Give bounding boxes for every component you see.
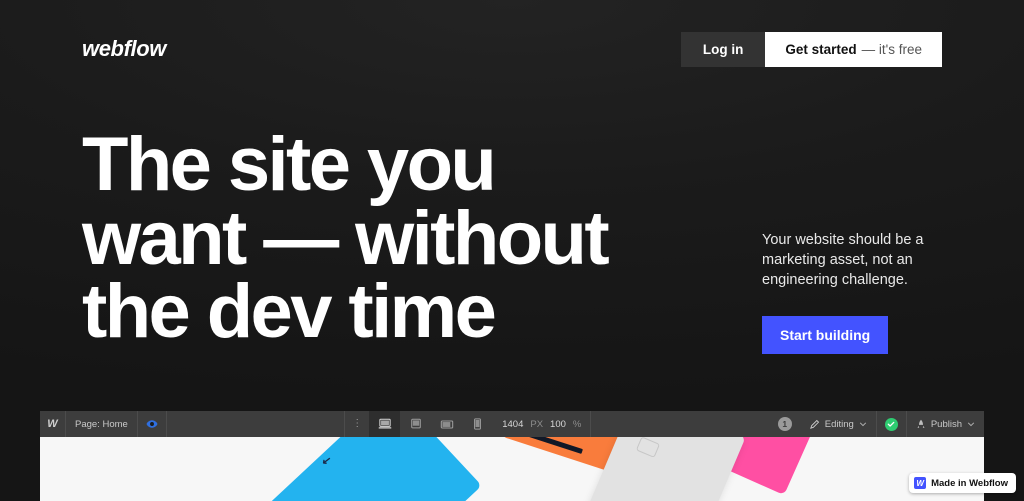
headline-line-2: want — without xyxy=(82,195,610,281)
toolbar-right-spacer xyxy=(591,411,768,437)
get-started-sublabel: — it's free xyxy=(861,41,922,57)
toolbar-left-spacer xyxy=(167,411,346,437)
page-title: The site you want — without the dev time xyxy=(82,122,702,355)
edit-mode-dropdown[interactable]: Editing xyxy=(801,411,877,437)
get-started-label: Get started xyxy=(785,41,857,57)
site-header: webflow Log in Get started — it's free xyxy=(0,0,1024,98)
vertical-dots-icon: ⋮ xyxy=(352,418,363,429)
cursor-arrow-icon: ↙ xyxy=(321,454,332,468)
page-selector-label: Page: Home xyxy=(75,418,128,430)
designer-canvas[interactable]: C VISA xyxy=(40,437,984,501)
headline-line-1: The site you xyxy=(82,122,497,207)
webflow-mark-icon: W xyxy=(914,477,927,489)
breakpoint-tablet[interactable] xyxy=(400,411,431,437)
collaborator-count-badge: 1 xyxy=(777,417,792,431)
page-selector[interactable]: Page: Home xyxy=(66,411,138,437)
rocket-icon xyxy=(917,419,925,428)
canvas-size-display[interactable]: 1404 PX 100 % xyxy=(493,411,592,437)
zoom-value: 100 xyxy=(550,418,566,430)
canvas-width-value: 1404 xyxy=(502,418,524,430)
breakpoint-tablet-landscape[interactable] xyxy=(431,411,462,437)
edit-mode-label: Editing xyxy=(824,418,854,430)
log-in-button[interactable]: Log in xyxy=(680,31,766,67)
breakpoint-switcher xyxy=(369,411,493,437)
pencil-icon xyxy=(809,419,819,429)
hero-section: The site you want — without the dev time… xyxy=(82,122,942,355)
canvas-width-unit: PX xyxy=(530,418,544,430)
headline-line-3: the dev time xyxy=(82,269,497,355)
mobile-icon xyxy=(474,418,482,430)
check-glyph-icon xyxy=(887,421,895,427)
save-status-indicator xyxy=(877,411,907,437)
chevron-down-icon-publish xyxy=(967,422,975,427)
desktop-icon xyxy=(378,418,392,429)
green-check-icon xyxy=(884,417,898,431)
made-in-webflow-badge[interactable]: W Made in Webflow xyxy=(909,473,1016,493)
chevron-down-icon xyxy=(859,422,866,427)
breakpoint-desktop[interactable] xyxy=(369,411,401,437)
collaborators-indicator[interactable]: 1 xyxy=(769,411,801,437)
get-started-button[interactable]: Get started — it's free xyxy=(765,31,942,67)
tablet-landscape-icon xyxy=(440,419,453,429)
designer-toolbar: W Page: Home ⋮ 1404 PX 100 % 1 Editing P… xyxy=(40,411,984,437)
card-magnetic-stripe xyxy=(509,437,583,454)
eye-icon xyxy=(146,420,158,428)
publish-dropdown[interactable]: Publish xyxy=(907,411,984,437)
card-chip-icon xyxy=(635,437,661,458)
tablet-icon xyxy=(410,418,421,429)
hero-subhead: Your website should be a marketing asset… xyxy=(762,232,924,288)
made-in-webflow-label: Made in Webflow xyxy=(931,477,1008,489)
preview-card-blue: C xyxy=(238,437,482,501)
start-building-button[interactable]: Start building xyxy=(762,316,889,354)
designer-logo-button[interactable]: W xyxy=(40,411,66,437)
publish-label: Publish xyxy=(930,418,962,430)
breakpoint-mobile[interactable] xyxy=(462,411,493,437)
zoom-unit: % xyxy=(572,418,582,430)
webflow-logo[interactable]: webflow xyxy=(82,38,166,60)
webflow-designer-window: W Page: Home ⋮ 1404 PX 100 % 1 Editing P… xyxy=(40,411,984,501)
webflow-landing-page: webflow Log in Get started — it's free T… xyxy=(0,0,1024,501)
preview-toggle-button[interactable] xyxy=(138,411,167,437)
hero-sidebar: Your website should be a marketing asset… xyxy=(762,128,942,354)
toolbar-overflow-button[interactable]: ⋮ xyxy=(345,411,369,437)
header-actions: Log in Get started — it's free xyxy=(680,31,942,67)
hero-copy: The site you want — without the dev time xyxy=(82,122,702,355)
